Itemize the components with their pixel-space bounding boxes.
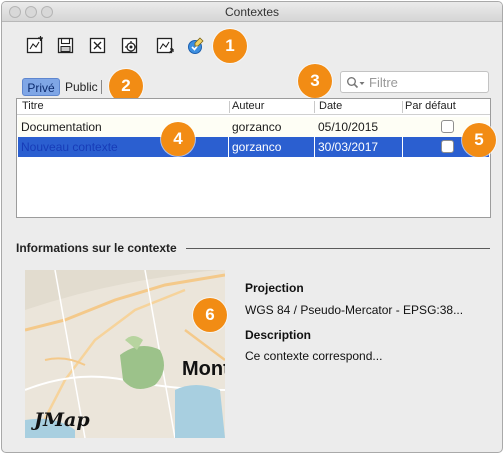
table-row[interactable]: Documentation gorzanco 05/10/2015 [18,117,489,137]
delete-context-icon[interactable] [88,36,108,56]
tab-public[interactable]: Public [65,78,101,96]
projection-label: Projection [245,281,304,295]
row-title: Nouveau contexte [21,140,118,154]
row-title: Documentation [21,120,102,134]
row-date: 05/10/2015 [318,120,379,134]
filter-field[interactable] [340,71,489,93]
column-divider [314,101,315,113]
description-value: Ce contexte correspond... [245,349,383,363]
map-city-label: Mont [182,358,225,380]
row-author: gorzanco [232,140,282,154]
context-map-thumbnail: Mont JMap [25,270,225,438]
filter-input[interactable] [369,74,484,90]
cell-divider [402,137,403,157]
apply-context-icon[interactable] [186,36,206,56]
settings-context-icon[interactable] [120,36,140,56]
column-divider [402,101,403,113]
cell-divider [228,137,229,157]
column-header-author[interactable]: Auteur [232,100,264,112]
column-header-default[interactable]: Par défaut [405,100,456,112]
new-context-icon[interactable] [25,36,45,56]
row-author: gorzanco [232,120,282,134]
default-checkbox[interactable] [441,140,454,153]
tab-private[interactable]: Privé [22,78,60,96]
table-header: Titre Auteur Date Par défaut [17,99,490,115]
contexts-window: Contextes 1 Privé Public 2 3 Filtre Titr… [1,1,503,453]
column-divider [229,101,230,113]
cell-divider [314,137,315,157]
callout-badge-5: 5 [462,123,496,157]
callout-badge-1: 1 [213,29,247,63]
search-icon[interactable] [346,76,366,90]
context-info-heading: Informations sur le contexte [16,241,177,255]
tab-separator [101,80,102,94]
row-date: 30/03/2017 [318,140,379,154]
export-context-icon[interactable] [155,36,175,56]
default-checkbox[interactable] [441,120,454,133]
callout-badge-3: 3 [298,64,332,98]
window-title: Contextes [224,5,280,19]
table-row-selected[interactable]: Nouveau contexte gorzanco 30/03/2017 [18,137,489,157]
contexts-table: Titre Auteur Date Par défaut Documentati… [16,98,491,218]
callout-badge-4: 4 [161,122,195,156]
column-header-title[interactable]: Titre [22,100,44,112]
column-header-date[interactable]: Date [319,100,342,112]
section-divider [186,248,490,249]
jmap-logo: JMap [34,409,90,431]
title-bar: Contextes [2,2,502,22]
save-context-icon[interactable] [56,36,76,56]
description-label: Description [245,328,312,342]
callout-badge-6: 6 [193,298,227,332]
projection-value: WGS 84 / Pseudo-Mercator - EPSG:38... [245,303,464,317]
